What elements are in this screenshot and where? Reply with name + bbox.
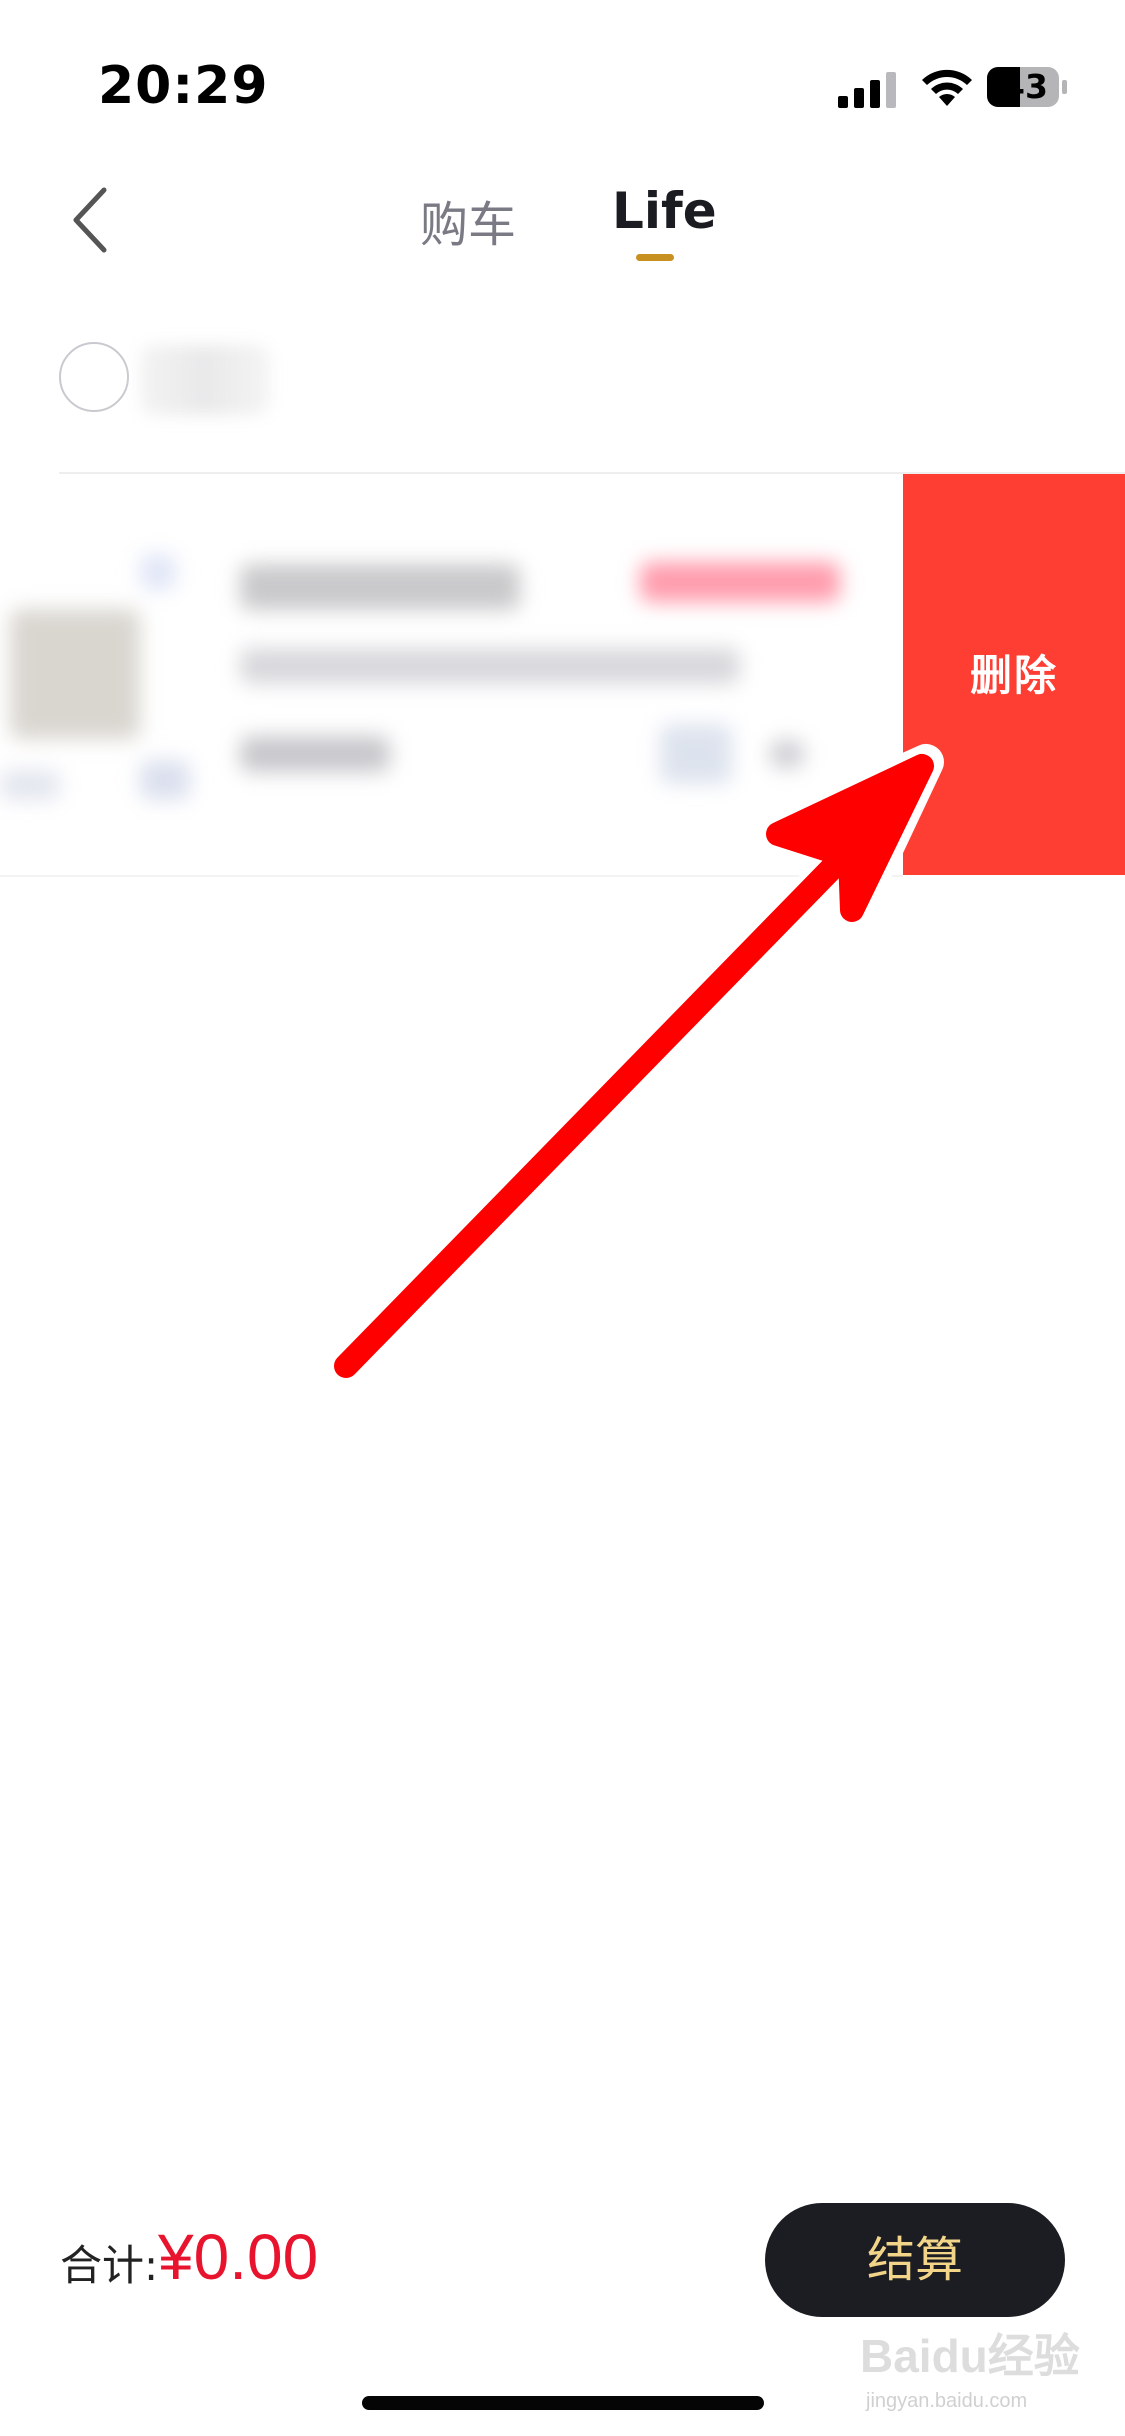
checkout-button[interactable]: 结算 — [765, 2203, 1065, 2317]
tab-life[interactable]: Life — [612, 182, 717, 240]
shop-select-checkbox[interactable] — [59, 342, 129, 412]
chevron-left-icon[interactable] — [64, 180, 124, 260]
battery-level: 43 — [1002, 67, 1048, 106]
item-edit-icon — [140, 760, 190, 800]
tab-car[interactable]: 购车 — [420, 185, 516, 255]
watermark-url: jingyan.baidu.com — [866, 2390, 1028, 2412]
signal-icon — [838, 72, 896, 108]
home-indicator[interactable] — [362, 2396, 764, 2410]
quantity-plus-button[interactable] — [770, 740, 804, 768]
total-price: ¥0.00 — [158, 2221, 319, 2293]
item-tag-icon — [140, 554, 176, 590]
product-title-blurred — [240, 564, 520, 610]
product-badge-blurred — [640, 562, 840, 602]
screen: 20:29 43 购车 Life 删除 合计: ¥0.00 结算 Baidu经验… — [0, 0, 1125, 2436]
cart-item-row[interactable] — [0, 474, 903, 874]
product-image — [10, 609, 140, 739]
status-time: 20:29 — [98, 56, 269, 116]
active-tab-indicator — [636, 254, 674, 261]
delete-button[interactable]: 删除 — [903, 474, 1125, 875]
shop-name-blurred — [140, 345, 270, 415]
product-price-blurred — [240, 736, 390, 772]
item-select-checkbox[interactable] — [0, 770, 60, 800]
product-spec-blurred — [240, 648, 740, 684]
watermark-logo: Baidu经验 — [860, 2330, 1080, 2382]
wifi-icon — [922, 69, 972, 106]
quantity-stepper[interactable] — [660, 724, 732, 784]
divider — [0, 875, 903, 877]
total-label: 合计: — [60, 2241, 159, 2290]
